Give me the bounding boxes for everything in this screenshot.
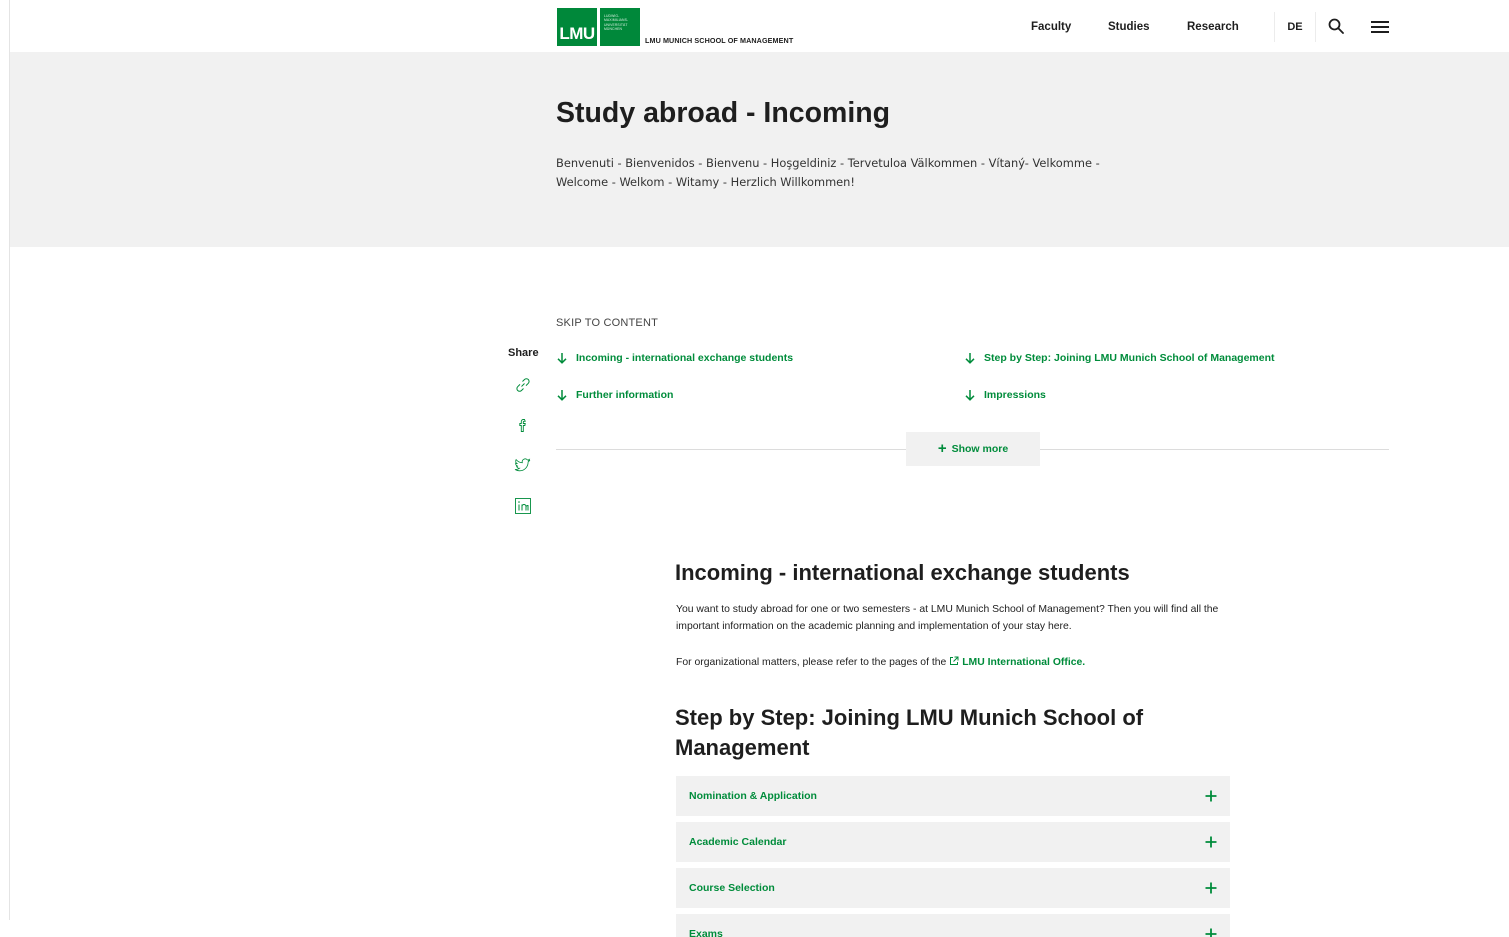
accordion-academic-calendar[interactable]: Academic Calendar	[676, 822, 1230, 862]
hero-greeting: Benvenuti - Bienvenidos - Bienvenu - Hoş…	[556, 156, 1100, 189]
jump-link-step-by-step[interactable]: Step by Step: Joining LMU Munich School …	[964, 352, 1275, 364]
organizational-note: For organizational matters, please refer…	[676, 654, 1236, 671]
section-title-step-by-step: Step by Step: Joining LMU Munich School …	[675, 705, 1144, 760]
plus-icon	[1205, 928, 1217, 937]
accordion-label: Nomination & Application	[689, 790, 817, 802]
accordion-label: Exams	[689, 928, 723, 937]
skip-to-content-label[interactable]: SKIP TO CONTENT	[556, 317, 658, 329]
language-switch[interactable]: DE	[1274, 12, 1316, 42]
page-title: Study abroad - Incoming	[556, 97, 891, 129]
arrow-down-icon	[965, 390, 975, 401]
linkedin-icon[interactable]	[514, 497, 532, 515]
facebook-icon[interactable]	[514, 416, 532, 434]
plus-icon	[1205, 790, 1217, 802]
accordion-exams[interactable]: Exams	[676, 914, 1230, 937]
lmu-international-office-label: LMU International Office.	[962, 657, 1086, 668]
nav-faculty[interactable]: Faculty	[1031, 21, 1071, 33]
arrow-down-icon	[557, 353, 567, 364]
site-header: LMU LUDWIG- MAXIMILIANS- UNIVERSITÄT MÜN…	[10, 0, 1509, 52]
hero-banner: Study abroad - Incoming Benvenuti - Bien…	[10, 52, 1509, 247]
share-label: Share	[508, 347, 539, 359]
arrow-down-icon	[965, 353, 975, 364]
organizational-note-text: For organizational matters, please refer…	[676, 657, 947, 668]
jump-link-label: Impressions	[984, 389, 1046, 401]
nav-research[interactable]: Research	[1187, 21, 1239, 33]
accordion-course-selection[interactable]: Course Selection	[676, 868, 1230, 908]
jump-link-label: Step by Step: Joining LMU Munich School …	[984, 352, 1275, 364]
arrow-down-icon	[557, 390, 567, 401]
show-more-label: Show more	[951, 443, 1009, 455]
show-more-button[interactable]: + Show more	[906, 432, 1040, 466]
accordion-nomination-application[interactable]: Nomination & Application	[676, 776, 1230, 816]
external-link-icon	[950, 656, 959, 665]
accordion-label: Course Selection	[689, 882, 775, 894]
plus-icon	[1205, 882, 1217, 894]
twitter-icon[interactable]	[514, 456, 532, 474]
section-title-incoming: Incoming - international exchange studen…	[675, 560, 1130, 585]
logo-seal: LUDWIG- MAXIMILIANS- UNIVERSITÄT MÜNCHEN	[600, 8, 640, 46]
hamburger-menu-icon[interactable]	[1370, 19, 1390, 35]
plus-icon: +	[937, 440, 947, 457]
lmu-international-office-link[interactable]: LMU International Office.	[949, 656, 1086, 668]
lmu-logo[interactable]: LMU LUDWIG- MAXIMILIANS- UNIVERSITÄT MÜN…	[557, 8, 793, 46]
jump-link-impressions[interactable]: Impressions	[964, 389, 1046, 401]
jump-link-further-information[interactable]: Further information	[556, 389, 673, 401]
link-icon[interactable]	[514, 376, 532, 394]
plus-icon	[1205, 836, 1217, 848]
seal-line: MÜNCHEN	[604, 27, 623, 32]
section-intro-text: You want to study abroad for one or two …	[676, 604, 1219, 632]
nav-studies[interactable]: Studies	[1108, 21, 1150, 33]
search-icon[interactable]	[1328, 18, 1344, 34]
jump-link-incoming[interactable]: Incoming - international exchange studen…	[556, 352, 793, 364]
jump-link-label: Further information	[576, 389, 674, 401]
accordion-label: Academic Calendar	[689, 836, 787, 848]
logo-lmu-mark: LMU	[557, 8, 597, 46]
jump-link-label: Incoming - international exchange studen…	[576, 352, 794, 364]
school-name: LMU MUNICH SCHOOL OF MANAGEMENT	[645, 36, 794, 45]
